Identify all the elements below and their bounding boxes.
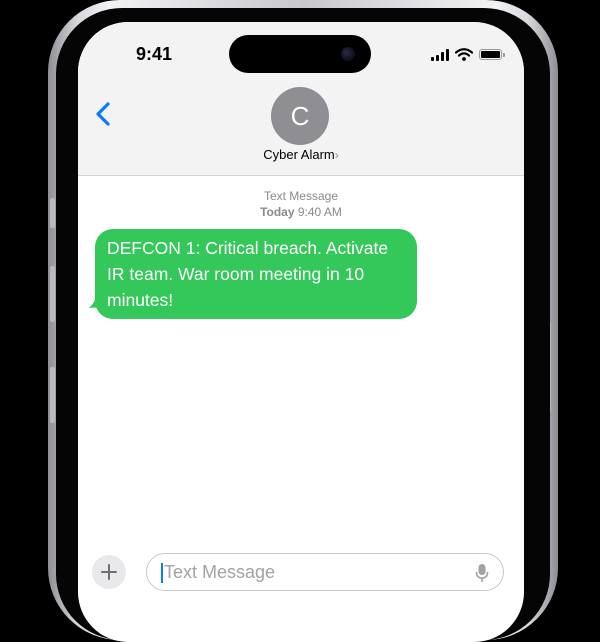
thread-timestamp: Text Message Today 9:40 AM <box>78 188 524 220</box>
contact-name[interactable]: Cyber Alarm› <box>78 147 524 162</box>
avatar-initial: C <box>290 100 310 131</box>
battery-level <box>481 51 500 58</box>
status-time: 9:41 <box>136 44 173 64</box>
message-input-placeholder: Text Message <box>164 562 276 582</box>
action-button <box>50 198 55 228</box>
wifi-icon <box>455 48 473 61</box>
add-attachment-button[interactable] <box>92 555 126 589</box>
timestamp-time: 9:40 AM <box>297 205 342 219</box>
timestamp-day: Today <box>260 205 295 219</box>
chevron-right-icon: › <box>334 148 339 162</box>
chevron-left-icon[interactable] <box>92 98 116 130</box>
microphone-icon[interactable] <box>475 563 489 583</box>
signal-icon <box>431 48 449 61</box>
front-camera <box>341 47 355 61</box>
plus-icon <box>101 564 117 580</box>
contact-avatar[interactable]: C <box>271 87 329 145</box>
text-caret <box>161 563 163 583</box>
volume-down-button <box>50 367 55 423</box>
service-label: Text Message <box>263 189 339 203</box>
contact-name-label: Cyber Alarm <box>263 147 335 162</box>
volume-up-button <box>50 266 55 322</box>
phone-screen: C Cyber Alarm› 9:41 Text Message Today 9… <box>78 22 524 642</box>
dynamic-island <box>229 35 371 73</box>
message-input[interactable]: Text Message <box>146 553 504 591</box>
status-icons <box>431 48 505 61</box>
message-bubble[interactable]: DEFCON 1: Critical breach. Activate IR t… <box>95 229 417 319</box>
battery-icon <box>479 49 505 60</box>
